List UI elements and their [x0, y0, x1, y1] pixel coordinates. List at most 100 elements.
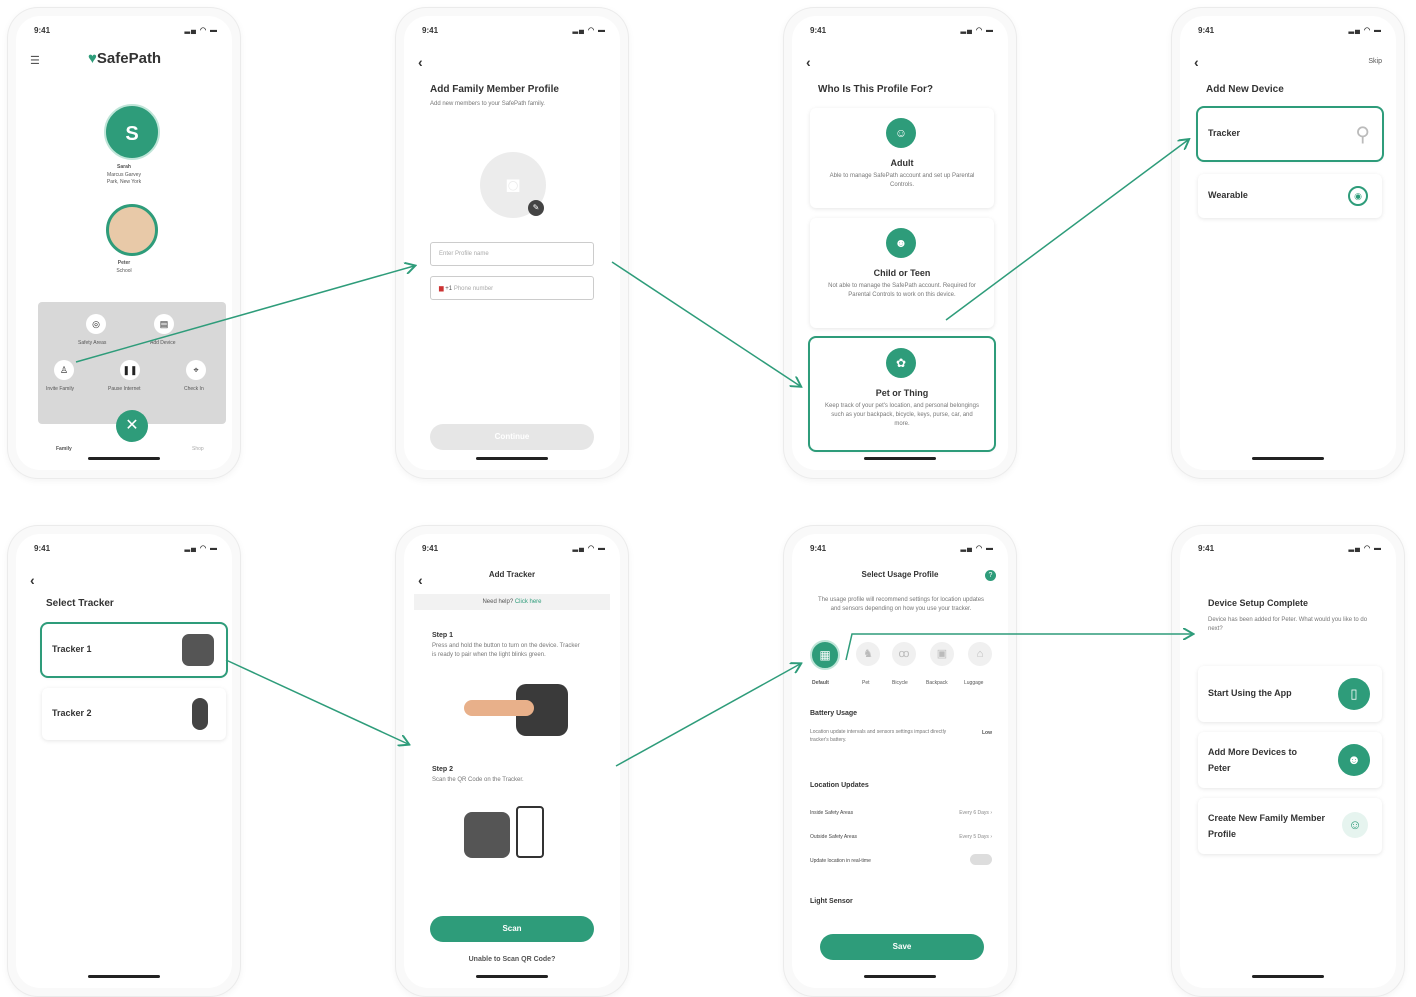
avatar[interactable]: S: [104, 104, 160, 160]
skip-link[interactable]: Skip: [1368, 58, 1382, 65]
hand-illustration: [464, 700, 534, 716]
profile-name-field[interactable]: Enter Profile name: [430, 242, 594, 266]
phone-profile-type: 9:41 ▂▄ ◠ ▬ ‹ Who Is This Profile For? ☺ …: [784, 8, 1016, 478]
option-title: Wearable: [1208, 190, 1248, 200]
page-desc: The usage profile will recommend setting…: [817, 597, 985, 612]
hamburger-icon[interactable]: ☰: [30, 54, 40, 67]
option-start-app[interactable]: Start Using the App ▯: [1198, 666, 1382, 722]
status-bar: 9:41 ▂▄ ◠ ▬: [810, 26, 994, 35]
edit-icon[interactable]: ✎: [528, 200, 544, 216]
tab-family[interactable]: Family: [56, 446, 72, 452]
watch-icon: ◉: [1348, 186, 1368, 206]
step-desc: Press and hold the button to turn on the…: [432, 643, 580, 658]
section-title: Light Sensor: [810, 898, 853, 905]
selection-highlight: [1196, 106, 1384, 162]
realtime-toggle[interactable]: [970, 854, 992, 865]
status-bar: 9:41 ▂▄ ◠ ▬: [422, 26, 606, 35]
section-title: Battery Usage: [810, 710, 858, 717]
status-bar: 9:41 ▂▄ ◠ ▬: [1198, 544, 1382, 553]
option-adult[interactable]: ☺ Adult Able to manage SafePath account …: [810, 108, 994, 208]
member-name: Peter: [117, 260, 131, 266]
device-option-wearable[interactable]: Wearable ◉: [1198, 174, 1382, 218]
menu-label: Check In: [184, 386, 204, 392]
home-indicator: [88, 457, 160, 460]
option-title: Start Using the App: [1208, 688, 1292, 698]
page-title: Add Family Member Profile: [430, 84, 559, 95]
option-child[interactable]: ☻ Child or Teen Not able to manage the S…: [810, 218, 994, 328]
home-indicator: [88, 975, 160, 978]
luggage-profile-icon[interactable]: ⌂: [968, 642, 992, 666]
profile-label: Backpack: [926, 680, 948, 686]
phone-add-tracker: 9:41 ▂▄ ◠ ▬ ‹ Add Tracker Need help? Clic…: [396, 526, 628, 996]
back-icon[interactable]: ‹: [30, 572, 35, 588]
default-profile-icon[interactable]: ▦: [810, 640, 840, 670]
check-in-icon[interactable]: ⌖: [186, 360, 206, 380]
menu-label: Invite Family: [46, 386, 75, 392]
add-device-icon[interactable]: ▤: [154, 314, 174, 334]
selection-highlight: [40, 622, 228, 678]
option-create-profile[interactable]: Create New Family Member Profile ☺: [1198, 798, 1382, 854]
phone-app-icon: ▯: [1338, 678, 1370, 710]
step-title: Step 2: [432, 766, 454, 773]
home-indicator: [1252, 975, 1324, 978]
option-add-devices[interactable]: Add More Devices to Peter ☻: [1198, 732, 1382, 788]
tab-shop[interactable]: Shop: [192, 446, 204, 452]
phone-add-member: 9:41 ▂▄ ◠ ▬ ‹ Add Family Member Profile A…: [396, 8, 628, 478]
invite-family-icon[interactable]: ♙: [54, 360, 74, 380]
page-subtitle: Add new members to your SafePath family.: [430, 101, 545, 107]
battery-value: Low: [982, 730, 992, 736]
page-title: Select Tracker: [46, 598, 114, 609]
profile-label: Pet: [862, 680, 870, 686]
child-icon: ☻: [886, 228, 916, 258]
pet-profile-icon[interactable]: ♞: [856, 642, 880, 666]
setting-label: Inside Safety Areas: [810, 810, 854, 816]
help-link[interactable]: Click here: [515, 599, 542, 605]
back-icon[interactable]: ‹: [1194, 54, 1199, 70]
status-bar: 9:41 ▂▄ ◠ ▬: [422, 544, 606, 553]
menu-label: Pause Internet: [108, 386, 141, 392]
backpack-profile-icon[interactable]: ▣: [930, 642, 954, 666]
unable-to-scan-link[interactable]: Unable to Scan QR Code?: [404, 956, 620, 963]
step-desc: Scan the QR Code on the Tracker.: [432, 777, 524, 783]
profile-label: Bicycle: [892, 680, 908, 686]
pause-icon[interactable]: ❚❚: [120, 360, 140, 380]
phone-home: 9:41 ▂▄ ◠ ▬ ☰ ♥SafePath S Sarah Marcus Ga…: [8, 8, 240, 478]
home-indicator: [476, 457, 548, 460]
inside-interval-select[interactable]: Every 6 Days ›: [959, 810, 992, 816]
selection-highlight: [808, 336, 996, 452]
outside-interval-select[interactable]: Every 5 Days ›: [959, 834, 992, 840]
phone-add-device: 9:41 ▂▄ ◠ ▬ ‹ Skip Add New Device Tracker…: [1172, 8, 1404, 478]
help-icon[interactable]: ?: [985, 570, 996, 581]
add-device-icon: ☻: [1338, 744, 1370, 776]
safety-areas-icon[interactable]: ◎: [86, 314, 106, 334]
phone-usage-profile: 9:41 ▂▄ ◠ ▬ Select Usage Profile ? The us…: [784, 526, 1016, 996]
bicycle-profile-icon[interactable]: ꝏ: [892, 642, 916, 666]
section-title: Location Updates: [810, 782, 869, 789]
page-desc: Device has been added for Peter. What wo…: [1208, 617, 1368, 632]
step-title: Step 1: [432, 632, 454, 639]
page-title: Add New Device: [1206, 84, 1284, 95]
tracker-qr-illustration: [464, 812, 510, 858]
back-icon[interactable]: ‹: [806, 54, 811, 70]
phone-scan-illustration: [516, 806, 544, 858]
save-button[interactable]: Save: [820, 934, 984, 960]
action-menu-overlay: ◎ Safety Areas ▤ Add Device ♙ Invite Fam…: [38, 302, 226, 424]
home-indicator: [864, 975, 936, 978]
profile-label: Luggage: [964, 680, 984, 686]
phone-select-tracker: 9:41 ▂▄ ◠ ▬ ‹ Select Tracker Tracker 1 Tr…: [8, 526, 240, 996]
tracker-option-2[interactable]: Tracker 2: [42, 688, 226, 740]
status-bar: 9:41 ▂▄ ◠ ▬: [34, 544, 218, 553]
status-bar: 9:41 ▂▄ ◠ ▬: [810, 544, 994, 553]
help-banner: Need help? Click here: [414, 594, 610, 610]
continue-button[interactable]: Continue: [430, 424, 594, 450]
member-name: Sarah: [117, 164, 131, 170]
close-icon[interactable]: ✕: [116, 410, 148, 442]
setting-label: Update location in real-time: [810, 858, 871, 864]
phone-field[interactable]: ▆ +1 Phone number: [430, 276, 594, 300]
option-title: Tracker 2: [52, 708, 92, 718]
profile-label: Default: [812, 680, 829, 686]
back-icon[interactable]: ‹: [418, 54, 423, 70]
scan-button[interactable]: Scan: [430, 916, 594, 942]
avatar-photo[interactable]: [106, 204, 158, 256]
flow-board: 9:41 ▂▄ ◠ ▬ ☰ ♥SafePath S Sarah Marcus Ga…: [0, 0, 1416, 997]
